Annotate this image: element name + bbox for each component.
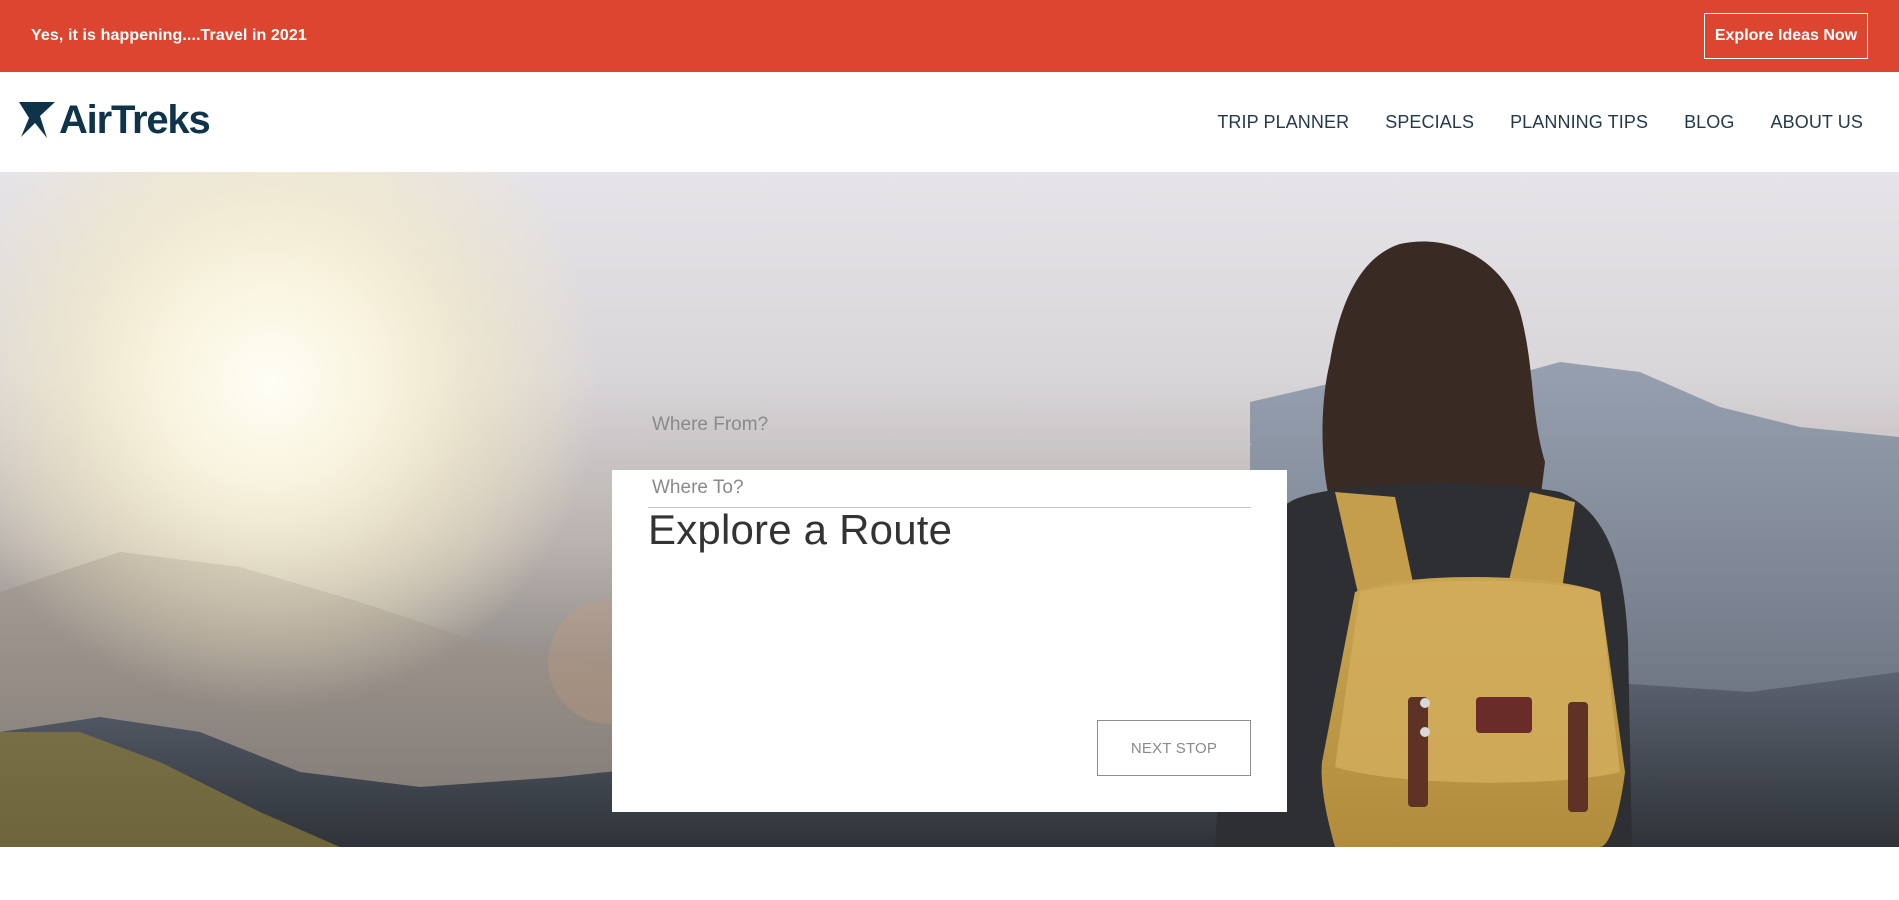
hero-banner: Explore a Route NEXT STOP xyxy=(0,172,1899,847)
main-nav: TRIP PLANNER SPECIALS PLANNING TIPS BLOG… xyxy=(1181,72,1863,172)
promo-text: Yes, it is happening....Travel in 2021 xyxy=(31,27,307,44)
card-title: Explore a Route xyxy=(648,506,953,553)
logo-text: AirTreks xyxy=(59,97,211,142)
promo-banner: Yes, it is happening....Travel in 2021 E… xyxy=(0,0,1899,72)
site-header: AirTreks TRIP PLANNER SPECIALS PLANNING … xyxy=(0,72,1899,172)
nav-specials[interactable]: SPECIALS xyxy=(1385,112,1474,133)
where-to-input[interactable] xyxy=(648,468,1251,508)
airtreks-bird-icon xyxy=(19,102,55,138)
where-from-input[interactable] xyxy=(648,405,1251,445)
nav-about-us[interactable]: ABOUT US xyxy=(1771,112,1864,133)
next-stop-button[interactable]: NEXT STOP xyxy=(1097,720,1251,776)
nav-trip-planner[interactable]: TRIP PLANNER xyxy=(1217,112,1349,133)
airtreks-logo[interactable]: AirTreks xyxy=(18,97,211,142)
explore-route-card: Explore a Route NEXT STOP xyxy=(612,470,1287,812)
nav-blog[interactable]: BLOG xyxy=(1684,112,1734,133)
nav-planning-tips[interactable]: PLANNING TIPS xyxy=(1510,112,1648,133)
explore-ideas-button[interactable]: Explore Ideas Now xyxy=(1704,13,1868,59)
